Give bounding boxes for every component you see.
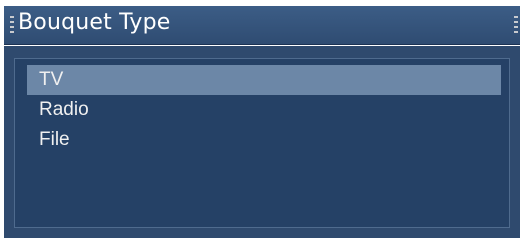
list-item-radio[interactable]: Radio <box>27 95 501 125</box>
dialog-content: TV Radio File <box>4 46 520 238</box>
list-item-file[interactable]: File <box>27 125 501 155</box>
list-item-tv[interactable]: TV <box>27 65 501 95</box>
bouquet-type-list: TV Radio File <box>14 58 510 228</box>
dialog-title: Bouquet Type <box>18 10 171 35</box>
title-bar: Bouquet Type <box>4 6 520 45</box>
grip-handle-right <box>514 16 518 36</box>
list-items: TV Radio File <box>15 65 509 155</box>
bouquet-type-dialog: Bouquet Type TV Radio File <box>0 0 525 243</box>
grip-handle-left <box>10 16 14 36</box>
